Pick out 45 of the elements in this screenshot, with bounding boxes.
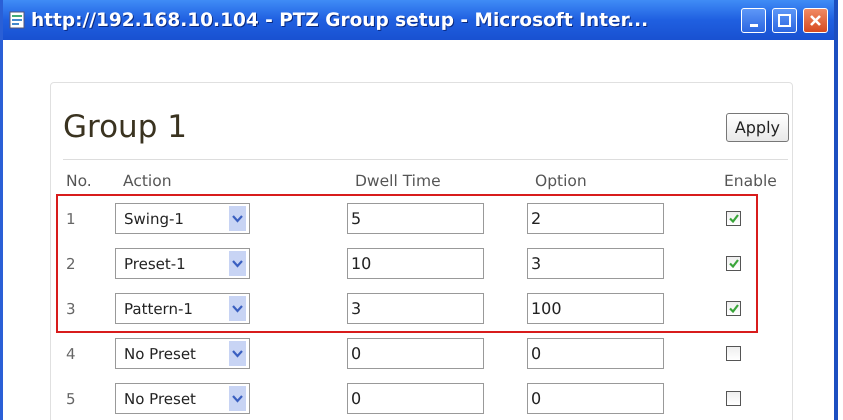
caret-icon (229, 296, 246, 321)
window-title: http://192.168.10.104 - PTZ Group setup - Microsoft Inter... (31, 10, 650, 30)
column-header: No. (65, 172, 93, 190)
group-title: Group 1 (63, 109, 187, 145)
caret-icon (229, 206, 246, 231)
action-dropdown[interactable]: Pattern-1 (115, 293, 250, 324)
caret-icon (229, 341, 246, 366)
option-field[interactable]: 0 (527, 383, 664, 414)
dwell-time-field[interactable]: 10 (347, 248, 484, 279)
action-dropdown[interactable]: No Preset (115, 338, 250, 369)
enable-checkbox[interactable] (726, 211, 741, 226)
enable-checkbox[interactable] (726, 391, 741, 406)
enable-checkbox[interactable] (726, 346, 741, 361)
column-header: Option (534, 172, 588, 190)
row-number: 3 (65, 300, 77, 318)
page-icon (9, 11, 25, 29)
enable-checkbox[interactable] (726, 301, 741, 316)
option-field[interactable]: 100 (527, 293, 664, 324)
option-field[interactable]: 3 (527, 248, 664, 279)
caret-icon (229, 386, 246, 411)
dwell-time-field[interactable]: 0 (347, 338, 484, 369)
column-header: Dwell Time (354, 172, 442, 190)
maximize-button[interactable] (772, 8, 797, 32)
dwell-time-field[interactable]: 5 (347, 203, 484, 234)
close-button[interactable] (803, 8, 828, 32)
option-field[interactable]: 0 (527, 338, 664, 369)
maximize-icon (778, 14, 791, 26)
apply-button[interactable]: Apply (726, 112, 789, 142)
column-header: Action (122, 172, 173, 190)
action-dropdown[interactable]: Swing-1 (115, 203, 250, 234)
minimize-button[interactable] (741, 8, 766, 32)
caret-icon (229, 251, 246, 276)
minimize-icon (750, 24, 758, 26)
dwell-time-field[interactable]: 3 (347, 293, 484, 324)
close-icon (809, 14, 822, 26)
option-field[interactable]: 2 (527, 203, 664, 234)
action-dropdown[interactable]: No Preset (115, 383, 250, 414)
dwell-time-field[interactable]: 0 (347, 383, 484, 414)
row-number: 4 (65, 344, 77, 362)
row-number: 1 (65, 210, 77, 228)
row-number: 2 (65, 254, 77, 272)
row-number: 5 (65, 390, 77, 408)
action-dropdown[interactable]: Preset-1 (115, 248, 250, 279)
column-header: Enable (723, 172, 778, 190)
enable-checkbox[interactable] (726, 256, 741, 271)
